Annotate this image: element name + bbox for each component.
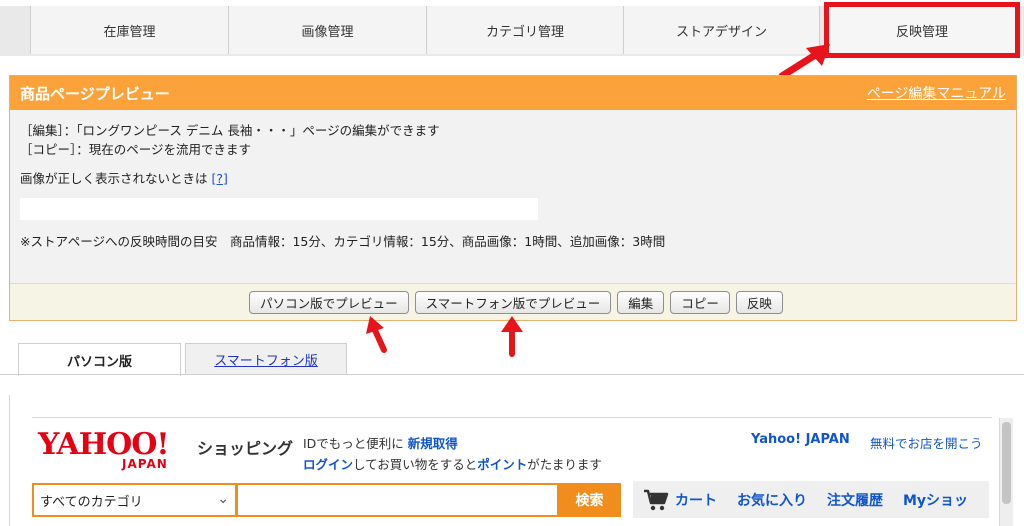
- tab-pc-version[interactable]: パソコン版: [18, 343, 181, 376]
- tab-smartphone-version[interactable]: スマートフォン版: [185, 343, 347, 375]
- tab-smartphone-label: スマートフォン版: [214, 353, 318, 369]
- cart-icon: [644, 489, 669, 510]
- new-account-link[interactable]: 新規取得: [408, 436, 458, 451]
- login-promo-text: してお買い物をすると: [353, 457, 478, 472]
- panel-header: 商品ページプレビュー ページ編集マニュアル: [10, 76, 1016, 110]
- points-promo-text: がたまります: [527, 457, 602, 472]
- tab-images[interactable]: 画像管理: [228, 6, 426, 54]
- tabs-divider: [0, 374, 1024, 375]
- edit-description: ［編集］：「ロングワンピース デニム 長袖・・・」ページの編集ができます: [20, 123, 440, 138]
- image-note-line: 画像が正しく表示されないときは [?]: [20, 169, 1006, 188]
- publish-time-note: ※ストアページへの反映時間の目安 商品情報：15分、カテゴリ情報：15分、商品画…: [20, 234, 666, 249]
- tab-publish-management[interactable]: 反映管理: [824, 2, 1020, 58]
- chevron-down-icon: ⌄: [217, 491, 229, 507]
- points-link[interactable]: ポイント: [477, 457, 527, 472]
- logo-subtext: JAPAN: [122, 457, 168, 471]
- my-shopping-link[interactable]: Myショッ: [903, 490, 968, 510]
- top-navigation: 在庫管理 画像管理 カテゴリ管理 ストアデザイン 反映管理: [0, 2, 1024, 58]
- category-select[interactable]: すべてのカテゴリ ⌄: [32, 483, 237, 517]
- cart-link[interactable]: カート: [643, 489, 717, 511]
- smartphone-preview-button[interactable]: スマートフォン版でプレビュー: [414, 290, 612, 314]
- annotation-arrow-icon: [366, 316, 387, 353]
- edit-button[interactable]: 編集: [617, 290, 665, 314]
- login-link[interactable]: ログイン: [303, 457, 353, 472]
- copy-button[interactable]: コピー: [670, 290, 730, 314]
- pc-preview-button[interactable]: パソコン版でプレビュー: [249, 290, 409, 314]
- tab-categories[interactable]: カテゴリ管理: [426, 6, 623, 54]
- blank-bar: [20, 198, 538, 220]
- image-note-text: 画像が正しく表示されないときは: [20, 171, 208, 186]
- scrollbar-thumb[interactable]: [1002, 422, 1011, 504]
- logo-text: YAHOO!: [38, 427, 170, 462]
- panel-body: ［編集］：「ロングワンピース デニム 長袖・・・」ページの編集ができます ［コピ…: [10, 110, 1016, 251]
- id-promo-text: IDでもっと便利に: [303, 436, 404, 451]
- open-store-link[interactable]: 無料でお店を開こう: [870, 433, 983, 452]
- copy-description: ［コピー］：現在のページを流用できます: [20, 142, 252, 157]
- shopping-label: ショッピング: [197, 439, 294, 458]
- yahoo-japan-logo[interactable]: YAHOO! JAPAN: [38, 427, 198, 472]
- product-page-preview-panel: 商品ページプレビュー ページ編集マニュアル ［編集］：「ロングワンピース デニム…: [9, 75, 1017, 321]
- annotation-arrow-icon: [501, 316, 523, 357]
- panel-title: 商品ページプレビュー: [20, 84, 170, 103]
- cart-label: カート: [675, 492, 717, 509]
- search-button[interactable]: 検索: [558, 483, 621, 517]
- login-promo-line: ログインしてお買い物をするとポイントがたまります: [303, 454, 602, 473]
- search-input[interactable]: [237, 483, 559, 517]
- user-menu: カート お気に入り 注文履歴 Myショッ: [633, 481, 989, 518]
- yahoo-japan-link[interactable]: Yahoo! JAPAN: [751, 432, 850, 447]
- favorites-link[interactable]: お気に入り: [737, 490, 807, 510]
- page-edit-manual-link[interactable]: ページ編集マニュアル: [867, 83, 1006, 103]
- id-promo-line: IDでもっと便利に 新規取得: [303, 433, 458, 452]
- publish-button[interactable]: 反映: [735, 290, 783, 314]
- category-select-value: すべてのカテゴリ: [40, 494, 143, 510]
- tab-inventory[interactable]: 在庫管理: [30, 6, 228, 54]
- help-link[interactable]: [?]: [212, 171, 228, 186]
- preview-scrollbar[interactable]: [999, 418, 1013, 526]
- store-preview-frame: YAHOO! JAPAN ショッピング IDでもっと便利に 新規取得 ログインし…: [9, 395, 1015, 526]
- order-history-link[interactable]: 注文履歴: [827, 490, 883, 510]
